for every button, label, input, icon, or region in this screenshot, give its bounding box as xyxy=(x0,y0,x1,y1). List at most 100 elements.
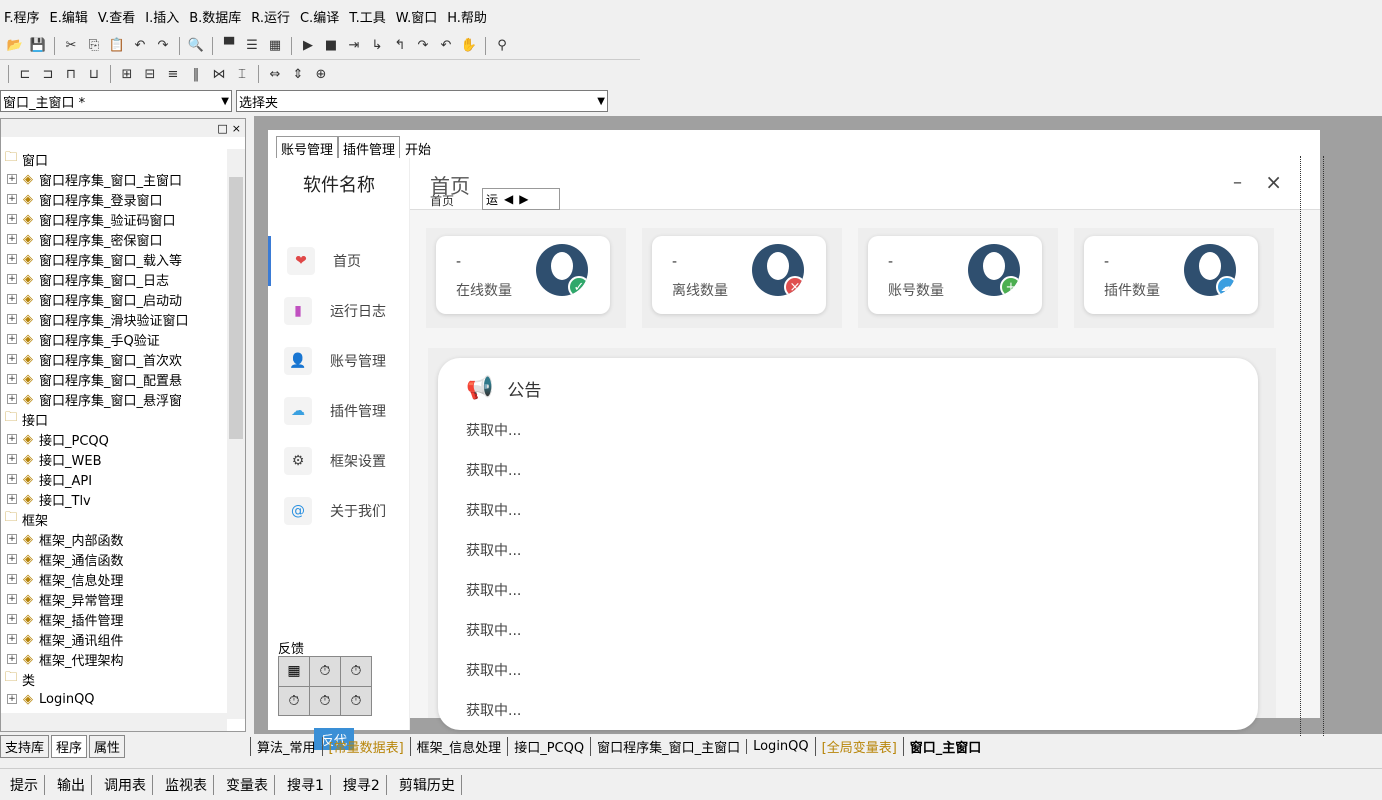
same-size-icon[interactable]: ⊕ xyxy=(312,65,330,83)
menu-item[interactable]: W.窗口 xyxy=(396,7,438,26)
status-tab[interactable]: 变量表 xyxy=(220,774,275,795)
restore-icon[interactable]: □ xyxy=(217,122,227,135)
component-select[interactable]: 选择夹 ▼ xyxy=(236,90,608,112)
align-left-icon[interactable]: ⊏ xyxy=(16,65,34,83)
tree-folder[interactable]: 🗀 框架 xyxy=(1,509,219,529)
sidebar-item[interactable]: @ 关于我们 xyxy=(268,486,410,536)
editor-tab[interactable]: [常量数据表] xyxy=(321,736,410,756)
menu-item[interactable]: I.插入 xyxy=(145,7,179,26)
stop-icon[interactable]: ■ xyxy=(322,37,340,55)
expand-icon[interactable]: + xyxy=(7,234,17,244)
space-v-icon[interactable]: ‖ xyxy=(187,65,205,83)
stepback-icon[interactable]: ↶ xyxy=(437,37,455,55)
expand-icon[interactable]: + xyxy=(7,274,17,284)
stepinto-icon[interactable]: ↳ xyxy=(368,37,386,55)
tree-item[interactable]: + ◈ 窗口程序集_窗口_配置悬 xyxy=(1,369,219,389)
editor-tab[interactable]: 窗口_主窗口 xyxy=(902,736,988,756)
tree-item[interactable]: + ◈ 窗口程序集_滑块验证窗口 xyxy=(1,309,219,329)
editor-tab[interactable]: LoginQQ xyxy=(746,738,815,754)
menu-item[interactable]: E.编辑 xyxy=(50,7,88,26)
sidebar-item[interactable]: ▮ 运行日志 xyxy=(268,286,410,336)
sidebar-item[interactable]: ⚙ 框架设置 xyxy=(268,436,410,486)
tab-program[interactable]: 程序 xyxy=(51,734,88,758)
align-right-icon[interactable]: ⊐ xyxy=(39,65,57,83)
expand-icon[interactable]: + xyxy=(7,474,17,484)
stepout-icon[interactable]: ↰ xyxy=(391,37,409,55)
tree-item[interactable]: + ◈ 框架_内部函数 xyxy=(1,529,219,549)
undo-icon[interactable]: ↶ xyxy=(131,37,149,55)
expand-icon[interactable]: + xyxy=(7,434,17,444)
close-icon[interactable]: × xyxy=(232,122,241,135)
tree-item[interactable]: + ◈ 框架_通讯组件 xyxy=(1,629,219,649)
sidebar-item[interactable]: 👤 账号管理 xyxy=(268,336,410,386)
sidebar-item[interactable]: ❤ 首页 xyxy=(268,236,410,286)
expand-icon[interactable]: + xyxy=(7,374,17,384)
tree-item[interactable]: + ◈ 框架_代理架构 xyxy=(1,649,219,669)
tab-library[interactable]: 支持库 xyxy=(0,734,50,758)
menu-item[interactable]: B.数据库 xyxy=(189,7,241,26)
tree-item[interactable]: + ◈ 窗口程序集_验证码窗口 xyxy=(1,209,219,229)
timer-icon[interactable]: ⏱ xyxy=(279,686,309,715)
status-tab[interactable]: 监视表 xyxy=(159,774,214,795)
tree-item[interactable]: + ◈ 接口_API xyxy=(1,469,219,489)
space-h-icon[interactable]: ≡ xyxy=(164,65,182,83)
expand-icon[interactable]: + xyxy=(7,294,17,304)
expand-icon[interactable]: + xyxy=(7,494,17,504)
timer-icon[interactable]: ⏱ xyxy=(310,657,340,686)
center-h-icon[interactable]: ⊞ xyxy=(118,65,136,83)
expand-icon[interactable]: + xyxy=(7,634,17,644)
tab-label[interactable]: 运 xyxy=(483,191,501,208)
copy-icon[interactable]: ⎘ xyxy=(85,37,103,55)
hand-icon[interactable]: ✋ xyxy=(460,37,478,55)
expand-icon[interactable]: + xyxy=(7,214,17,224)
tree-item[interactable]: + ◈ 窗口程序集_登录窗口 xyxy=(1,189,219,209)
status-tab[interactable]: 提示 xyxy=(4,774,45,795)
editor-tab[interactable]: [全局变量表] xyxy=(814,736,903,756)
cut-icon[interactable]: ✂ xyxy=(62,37,80,55)
expand-icon[interactable]: + xyxy=(7,314,17,324)
close-button[interactable]: × xyxy=(1265,170,1282,194)
paste-icon[interactable]: 📋 xyxy=(108,37,126,55)
menu-item[interactable]: T.工具 xyxy=(349,7,386,26)
tree-item[interactable]: + ◈ 框架_异常管理 xyxy=(1,589,219,609)
expand-icon[interactable]: + xyxy=(7,694,17,704)
tree-vertical-scrollbar[interactable] xyxy=(227,149,245,719)
step-icon[interactable]: ⇥ xyxy=(345,37,363,55)
same-width-icon[interactable]: ⇔ xyxy=(266,65,284,83)
expand-icon[interactable]: + xyxy=(7,614,17,624)
status-tab[interactable]: 搜寻1 xyxy=(281,774,331,795)
expand-icon[interactable]: + xyxy=(7,194,17,204)
chevron-left-icon[interactable]: ◀ xyxy=(501,192,516,206)
expand-icon[interactable]: + xyxy=(7,174,17,184)
run-icon[interactable]: ▶ xyxy=(299,37,317,55)
tree-item[interactable]: + ◈ 接口_PCQQ xyxy=(1,429,219,449)
tree-item[interactable]: + ◈ LoginQQ xyxy=(1,689,219,709)
find-icon[interactable]: 🔍 xyxy=(187,37,205,55)
dist-v-icon[interactable]: ⌶ xyxy=(233,65,251,83)
tree-item[interactable]: + ◈ 窗口程序集_窗口_载入等 xyxy=(1,249,219,269)
timer-icon[interactable]: ⏱ xyxy=(341,686,371,715)
align-top-icon[interactable]: ⊓ xyxy=(62,65,80,83)
expand-icon[interactable]: + xyxy=(7,334,17,344)
tab-control[interactable]: 运 ◀ ▶ xyxy=(482,188,560,210)
editor-tab[interactable]: 框架_信息处理 xyxy=(409,736,508,756)
align-bottom-icon[interactable]: ⊔ xyxy=(85,65,103,83)
editor-tab[interactable]: 算法_常用 xyxy=(250,736,322,756)
menu-item[interactable]: F.程序 xyxy=(4,7,40,26)
stepover-icon[interactable]: ↷ xyxy=(414,37,432,55)
minimize-button[interactable]: – xyxy=(1233,172,1242,193)
menu-item[interactable]: C.编译 xyxy=(300,7,339,26)
tab-property[interactable]: 属性 xyxy=(89,734,126,758)
expand-icon[interactable]: + xyxy=(7,454,17,464)
tree-item[interactable]: + ◈ 窗口程序集_窗口_主窗口 xyxy=(1,169,219,189)
tree-item[interactable]: + ◈ 窗口程序集_窗口_日志 xyxy=(1,269,219,289)
menu-item[interactable]: V.查看 xyxy=(98,7,135,26)
tree-item[interactable]: + ◈ 框架_通信函数 xyxy=(1,549,219,569)
expand-icon[interactable]: + xyxy=(7,394,17,404)
window-select[interactable]: 窗口_主窗口 * ▼ xyxy=(0,90,232,112)
expand-icon[interactable]: + xyxy=(7,574,17,584)
tree-item[interactable]: + ◈ 窗口程序集_窗口_首次欢 xyxy=(1,349,219,369)
redo-icon[interactable]: ↷ xyxy=(154,37,172,55)
chevron-right-icon[interactable]: ▶ xyxy=(516,192,531,206)
expand-icon[interactable]: + xyxy=(7,254,17,264)
